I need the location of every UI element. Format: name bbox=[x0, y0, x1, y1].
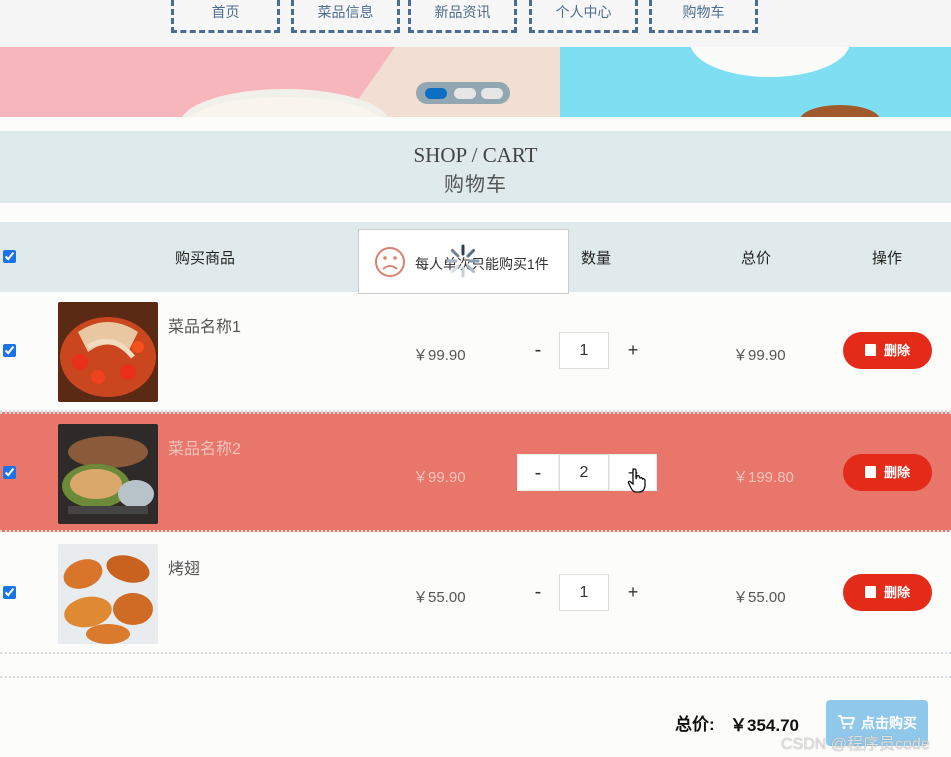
trash-icon bbox=[864, 344, 876, 356]
carousel-indicators bbox=[416, 82, 510, 104]
trash-icon bbox=[864, 466, 876, 478]
decrease-quantity-button[interactable]: - bbox=[517, 332, 559, 369]
dish-image[interactable] bbox=[58, 544, 158, 644]
row-checkbox[interactable] bbox=[3, 466, 16, 479]
nav-item-news[interactable]: 新品资讯 bbox=[408, 0, 517, 33]
delete-label: 删除 bbox=[883, 343, 910, 358]
quantity-input[interactable]: 2 bbox=[559, 454, 609, 491]
dish-name[interactable]: 菜品名称1 bbox=[168, 313, 241, 337]
cart-icon bbox=[838, 715, 856, 729]
carousel-dot-2[interactable] bbox=[454, 88, 476, 99]
row-total: ￥55.00 bbox=[733, 589, 786, 606]
cart-row: 菜品名称1 ￥99.90 - 1 + ￥99.90 删除 bbox=[0, 292, 951, 412]
delete-label: 删除 bbox=[883, 465, 910, 480]
decrease-quantity-button[interactable]: - bbox=[517, 574, 559, 611]
page-title-en: SHOP / CART bbox=[413, 143, 538, 167]
nav-item-cart[interactable]: 购物车 bbox=[649, 0, 758, 33]
summary-divider bbox=[0, 676, 951, 678]
toast-message: 每人单次只能购买1件 bbox=[358, 229, 569, 294]
grand-total-label: 总价: bbox=[675, 715, 715, 734]
delete-button[interactable]: 删除 bbox=[843, 574, 932, 611]
decrease-quantity-button[interactable]: - bbox=[517, 454, 559, 491]
loading-spinner-icon bbox=[446, 244, 480, 278]
dish-name[interactable]: 菜品名称2 bbox=[168, 435, 241, 459]
header-product: 购买商品 bbox=[175, 250, 236, 267]
delete-button[interactable]: 删除 bbox=[843, 332, 932, 369]
row-checkbox[interactable] bbox=[3, 586, 16, 599]
nav-item-dishes[interactable]: 菜品信息 bbox=[291, 0, 400, 33]
quantity-input[interactable]: 1 bbox=[559, 574, 609, 611]
top-nav: 首页 菜品信息 新品资讯 个人中心 购物车 bbox=[0, 0, 951, 47]
carousel-dot-1[interactable] bbox=[425, 88, 447, 99]
delete-button[interactable]: 删除 bbox=[843, 454, 932, 491]
hand-cursor-icon bbox=[627, 468, 646, 493]
watermark: CSDN @程序员code bbox=[781, 736, 930, 753]
page-title-cn: 购物车 bbox=[444, 174, 507, 196]
increase-quantity-button[interactable]: + bbox=[609, 574, 657, 611]
dish-name[interactable]: 烤翅 bbox=[168, 555, 200, 579]
header-quantity: 数量 bbox=[581, 250, 612, 267]
cart-row: 菜品名称2 ￥99.90 - 2 + ￥199.80 删除 bbox=[0, 412, 951, 532]
unit-price: ￥55.00 bbox=[413, 589, 466, 606]
trash-icon bbox=[864, 586, 876, 598]
dish-image[interactable] bbox=[58, 302, 158, 402]
delete-label: 删除 bbox=[883, 585, 910, 600]
quantity-input[interactable]: 1 bbox=[559, 332, 609, 369]
dish-image[interactable] bbox=[58, 424, 158, 524]
increase-quantity-button[interactable]: + bbox=[609, 332, 657, 369]
select-all-checkbox[interactable] bbox=[3, 250, 16, 263]
unit-price: ￥99.90 bbox=[413, 347, 466, 364]
row-total: ￥99.90 bbox=[733, 347, 786, 364]
row-checkbox[interactable] bbox=[3, 344, 16, 357]
cart-row: 烤翅 ￥55.00 - 1 + ￥55.00 删除 bbox=[0, 534, 951, 654]
header-action: 操作 bbox=[872, 250, 903, 267]
row-total: ￥199.80 bbox=[733, 469, 794, 486]
checkout-label: 点击购买 bbox=[861, 715, 917, 731]
page-title-band: SHOP / CART 购物车 bbox=[0, 131, 951, 203]
nav-item-home[interactable]: 首页 bbox=[171, 0, 280, 33]
toast-text: 每人单次只能购买1件 bbox=[415, 256, 549, 272]
nav-item-profile[interactable]: 个人中心 bbox=[529, 0, 638, 33]
carousel-dot-3[interactable] bbox=[481, 88, 503, 99]
sad-face-icon bbox=[375, 247, 405, 277]
unit-price: ￥99.90 bbox=[413, 469, 466, 486]
header-total: 总价 bbox=[741, 250, 772, 267]
